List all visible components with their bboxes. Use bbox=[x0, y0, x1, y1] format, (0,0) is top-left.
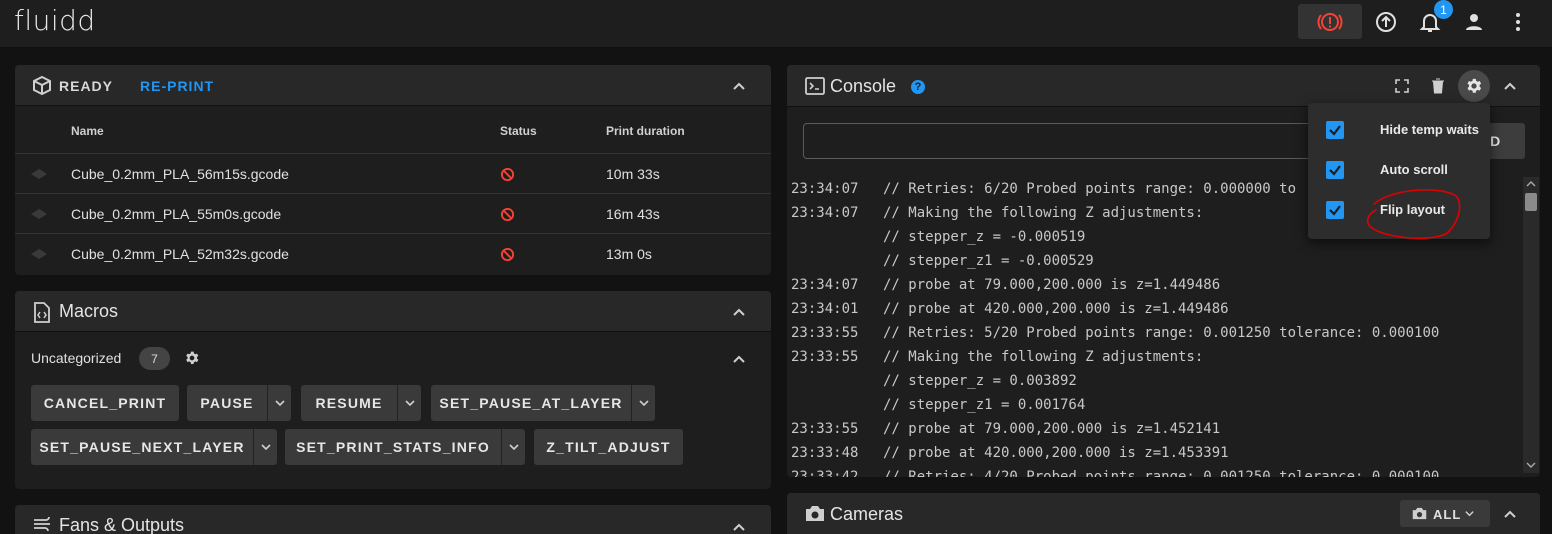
job-name: Cube_0.2mm_PLA_56m15s.gcode bbox=[71, 166, 289, 182]
menu-item-label: Hide temp waits bbox=[1380, 122, 1479, 137]
notification-badge: 1 bbox=[1434, 0, 1453, 19]
fans-outputs-header: Fans & Outputs bbox=[15, 505, 771, 534]
console-title: Console bbox=[830, 76, 897, 96]
chevron-up-icon[interactable] bbox=[731, 519, 747, 534]
job-name: Cube_0.2mm_PLA_52m32s.gcode bbox=[71, 246, 289, 262]
macro-cancel-print-button[interactable]: CANCEL_PRINT bbox=[31, 385, 179, 421]
flip-layout-checkbox[interactable] bbox=[1326, 201, 1344, 219]
macro-count-badge: 7 bbox=[139, 347, 170, 370]
emergency-stop-button[interactable] bbox=[1298, 4, 1362, 39]
more-vertical-icon[interactable] bbox=[1505, 9, 1531, 35]
reprint-button[interactable]: RE-PRINT bbox=[140, 78, 214, 94]
job-table-header: Name Status Print duration bbox=[15, 106, 771, 154]
scroll-up-arrow-icon[interactable] bbox=[1526, 180, 1536, 188]
camera-filter-label: ALL bbox=[1433, 507, 1462, 522]
scrollbar-thumb[interactable] bbox=[1525, 193, 1537, 211]
cameras-title: Cameras bbox=[830, 504, 904, 524]
cameras-header: Cameras ALL bbox=[787, 493, 1540, 534]
gear-icon bbox=[1467, 78, 1482, 93]
cancelled-status-icon bbox=[500, 247, 515, 262]
chevron-down-icon bbox=[274, 400, 285, 407]
job-duration: 10m 33s bbox=[606, 166, 660, 182]
console-header: Console ? bbox=[787, 65, 1540, 107]
checkmark-icon bbox=[1329, 125, 1341, 136]
fans-outputs-card: Fans & Outputs bbox=[15, 505, 771, 534]
gear-icon[interactable] bbox=[184, 350, 200, 366]
macros-card: Macros Uncategorized 7 CANCEL_PRINT PAUS… bbox=[15, 291, 771, 489]
macro-set-print-stats-info-dropdown[interactable] bbox=[501, 429, 525, 465]
chevron-up-icon[interactable] bbox=[731, 304, 747, 320]
chevron-down-icon bbox=[404, 400, 415, 407]
menu-item-hide-temp-waits[interactable]: Hide temp waits bbox=[1308, 110, 1490, 150]
auto-scroll-checkbox[interactable] bbox=[1326, 161, 1344, 179]
macro-z-tilt-adjust-button[interactable]: Z_TILT_ADJUST bbox=[534, 429, 683, 465]
annotation-circle bbox=[1366, 189, 1461, 240]
app-logo[interactable]: fluidd bbox=[14, 4, 96, 37]
chevron-up-icon[interactable] bbox=[731, 351, 747, 367]
macro-group-label[interactable]: Uncategorized bbox=[31, 350, 121, 366]
chevron-down-icon bbox=[508, 444, 519, 451]
macro-set-pause-next-layer-button[interactable]: SET_PAUSE_NEXT_LAYER bbox=[31, 429, 253, 465]
code-file-icon bbox=[34, 302, 50, 323]
emergency-stop-icon bbox=[1317, 12, 1343, 31]
macros-title: Macros bbox=[59, 301, 119, 321]
job-duration: 16m 43s bbox=[606, 206, 660, 222]
table-row[interactable]: Cube_0.2mm_PLA_55m0s.gcode 16m 43s bbox=[15, 194, 771, 234]
console-scrollbar[interactable] bbox=[1523, 177, 1539, 473]
job-duration: 13m 0s bbox=[606, 246, 652, 262]
fans-outputs-title: Fans & Outputs bbox=[59, 515, 185, 534]
macro-set-pause-at-layer-dropdown[interactable] bbox=[631, 385, 655, 421]
camera-icon bbox=[1412, 507, 1427, 520]
checkmark-icon bbox=[1329, 205, 1341, 216]
macro-set-print-stats-info-button[interactable]: SET_PRINT_STATS_INFO bbox=[285, 429, 501, 465]
camera-icon bbox=[806, 506, 824, 521]
print-status-header: READY RE-PRINT bbox=[15, 65, 771, 106]
column-header-status[interactable]: Status bbox=[500, 124, 537, 138]
cancelled-status-icon bbox=[500, 167, 515, 182]
console-command-input[interactable] bbox=[803, 123, 1343, 159]
cancelled-status-icon bbox=[500, 207, 515, 222]
checkmark-icon bbox=[1329, 165, 1341, 176]
printer-icon bbox=[33, 75, 51, 96]
macro-set-pause-at-layer-button[interactable]: SET_PAUSE_AT_LAYER bbox=[431, 385, 631, 421]
macro-resume-button[interactable]: RESUME bbox=[301, 385, 397, 421]
chevron-down-icon bbox=[638, 400, 649, 407]
file-thumbnail-icon bbox=[31, 169, 47, 179]
chevron-down-icon bbox=[1465, 511, 1474, 517]
help-icon[interactable]: ? bbox=[911, 80, 925, 94]
console-settings-button[interactable] bbox=[1458, 70, 1490, 102]
column-header-duration[interactable]: Print duration bbox=[606, 124, 685, 138]
table-row[interactable]: Cube_0.2mm_PLA_56m15s.gcode 10m 33s bbox=[15, 154, 771, 194]
chevron-up-icon[interactable] bbox=[731, 78, 747, 94]
macro-resume-dropdown[interactable] bbox=[397, 385, 421, 421]
column-header-name[interactable]: Name bbox=[71, 124, 104, 138]
macro-pause-dropdown[interactable] bbox=[267, 385, 291, 421]
macro-set-pause-next-layer-dropdown[interactable] bbox=[253, 429, 277, 465]
chevron-up-icon[interactable] bbox=[1502, 506, 1518, 522]
file-thumbnail-icon bbox=[31, 209, 47, 219]
upload-icon[interactable] bbox=[1373, 9, 1399, 35]
job-name: Cube_0.2mm_PLA_55m0s.gcode bbox=[71, 206, 282, 222]
fan-icon bbox=[34, 517, 50, 531]
account-icon[interactable] bbox=[1461, 9, 1487, 35]
chevron-up-icon[interactable] bbox=[1502, 78, 1518, 94]
menu-item-label: Auto scroll bbox=[1380, 162, 1448, 177]
hide-temp-waits-checkbox[interactable] bbox=[1326, 121, 1344, 139]
macros-header: Macros bbox=[15, 291, 771, 332]
fullscreen-icon[interactable] bbox=[1390, 74, 1414, 98]
printer-status-label: READY bbox=[59, 78, 114, 94]
app-bar: fluidd 1 bbox=[0, 0, 1552, 48]
console-icon bbox=[805, 77, 825, 95]
print-status-card: READY RE-PRINT Name Status Print duratio… bbox=[15, 65, 771, 275]
scroll-down-arrow-icon[interactable] bbox=[1526, 461, 1536, 469]
macro-pause-button[interactable]: PAUSE bbox=[187, 385, 267, 421]
table-row[interactable]: Cube_0.2mm_PLA_52m32s.gcode 13m 0s bbox=[15, 234, 771, 274]
chevron-down-icon bbox=[260, 444, 271, 451]
camera-filter-button[interactable]: ALL bbox=[1400, 500, 1490, 527]
file-thumbnail-icon bbox=[31, 249, 47, 259]
trash-icon[interactable] bbox=[1426, 74, 1450, 98]
cameras-card: Cameras ALL bbox=[787, 493, 1540, 534]
